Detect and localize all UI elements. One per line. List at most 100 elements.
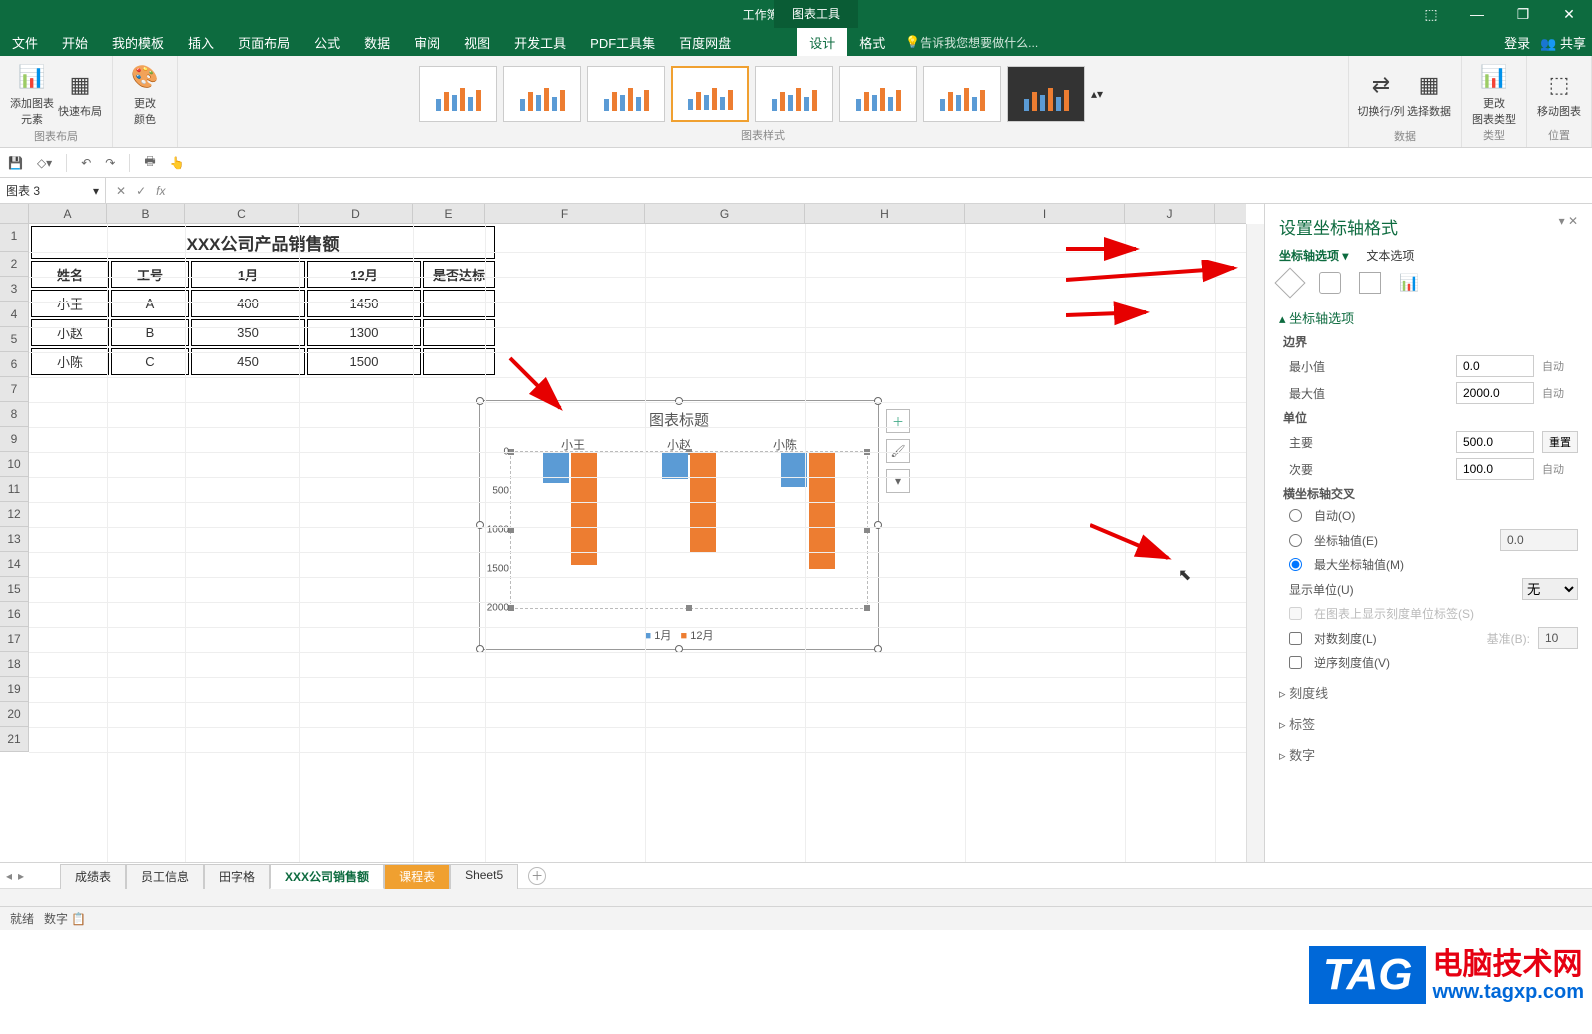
tell-me-box[interactable]: 💡 告诉我您想要做什么... [905, 28, 1038, 56]
tab-review[interactable]: 审阅 [402, 28, 452, 56]
name-box-dropdown-icon[interactable]: ▾ [93, 184, 99, 198]
status-bar: 就绪 数字 📋 [0, 906, 1592, 930]
sheet-tab[interactable]: Sheet5 [450, 864, 518, 889]
share-button[interactable]: 👥 共享 [1540, 33, 1586, 52]
chart-style-5[interactable] [755, 66, 833, 122]
switch-row-column-button[interactable]: ⇄切换行/列 [1357, 60, 1405, 128]
sheet-tab[interactable]: 员工信息 [126, 864, 204, 889]
sheet-nav-prev[interactable]: ◂ [6, 869, 12, 883]
close-button[interactable]: ✕ [1546, 0, 1592, 28]
sign-in-link[interactable]: 登录 [1504, 33, 1530, 52]
axis-major-input[interactable] [1456, 431, 1534, 453]
chart-filters-button[interactable]: ▾ [886, 469, 910, 493]
section-axis-options[interactable]: ▴ 坐标轴选项 [1279, 308, 1578, 327]
column-headers[interactable]: ABCDEFGHIJ [29, 204, 1246, 224]
pane-icon-size[interactable] [1359, 272, 1381, 294]
minimize-button[interactable]: — [1454, 0, 1500, 28]
cross-auto-radio[interactable] [1289, 509, 1302, 522]
axis-min-input[interactable] [1456, 355, 1534, 377]
chart-bars[interactable] [511, 452, 867, 608]
sheet-tab[interactable]: XXX公司销售额 [270, 864, 384, 889]
chart-style-1[interactable] [419, 66, 497, 122]
worksheet-area[interactable]: ABCDEFGHIJ 12345678910111213141516171819… [0, 204, 1264, 862]
chart-elements-button[interactable]: ＋ [886, 409, 910, 433]
tab-data[interactable]: 数据 [352, 28, 402, 56]
chart-style-4[interactable] [671, 66, 749, 122]
section-tick-marks[interactable]: ▹ 刻度线 [1279, 683, 1578, 702]
confirm-formula-icon[interactable]: ✓ [136, 184, 146, 198]
maximize-button[interactable]: ❐ [1500, 0, 1546, 28]
axis-major-reset[interactable]: 重置 [1542, 431, 1578, 453]
tab-developer[interactable]: 开发工具 [502, 28, 578, 56]
cross-value-radio[interactable] [1289, 534, 1302, 547]
sheet-nav-next[interactable]: ▸ [18, 869, 24, 883]
fx-icon[interactable]: fx [156, 184, 165, 198]
styles-gallery-more[interactable]: ▴▾ [1091, 87, 1107, 101]
horizontal-scrollbar[interactable] [0, 888, 1592, 906]
pane-icon-axis-options[interactable]: 📊 [1399, 272, 1421, 294]
pane-tab-axis-options[interactable]: 坐标轴选项 ▾ [1279, 247, 1348, 264]
print-icon[interactable]: 🖶 [144, 152, 155, 173]
tab-view[interactable]: 视图 [452, 28, 502, 56]
ribbon-display-options[interactable]: ⬚ [1408, 0, 1454, 28]
tab-pdf-tools[interactable]: PDF工具集 [578, 28, 667, 56]
pane-title: 设置坐标轴格式 [1279, 214, 1398, 239]
chart-y-axis[interactable]: 0500100015002000 [483, 452, 511, 608]
pane-tab-text-options[interactable]: 文本选项 [1366, 247, 1414, 264]
chart-style-3[interactable] [587, 66, 665, 122]
move-chart-button[interactable]: ⬚移动图表 [1535, 60, 1583, 127]
sheet-tab[interactable]: 成绩表 [60, 864, 126, 889]
save-icon[interactable]: 💾 [8, 156, 23, 170]
format-axis-pane: 设置坐标轴格式 ▾ ✕ 坐标轴选项 ▾ 文本选项 📊 ▴ 坐标轴选项 边界 最小… [1264, 204, 1592, 862]
cancel-formula-icon[interactable]: ✕ [116, 184, 126, 198]
chart-plot-area[interactable]: 0500100015002000 [510, 451, 868, 609]
qat-more-icon[interactable]: ◇▾ [37, 156, 52, 170]
chart-style-7[interactable] [923, 66, 1001, 122]
chart-style-2[interactable] [503, 66, 581, 122]
cross-max-radio[interactable] [1289, 558, 1302, 571]
tab-my-templates[interactable]: 我的模板 [100, 28, 176, 56]
touch-mode-icon[interactable]: 👆 [170, 156, 185, 170]
tab-insert[interactable]: 插入 [176, 28, 226, 56]
change-chart-type-button[interactable]: 📊更改 图表类型 [1470, 60, 1518, 127]
chart-style-8[interactable] [1007, 66, 1085, 122]
tab-chart-format[interactable]: 格式 [847, 28, 897, 56]
tab-home[interactable]: 开始 [50, 28, 100, 56]
log-scale-checkbox[interactable] [1289, 632, 1302, 645]
tab-file[interactable]: 文件 [0, 28, 50, 56]
tab-baidu-netdisk[interactable]: 百度网盘 [667, 28, 743, 56]
select-data-button[interactable]: ▦选择数据 [1405, 60, 1453, 128]
new-sheet-button[interactable]: ＋ [528, 867, 546, 885]
axis-minor-input[interactable] [1456, 458, 1534, 480]
tab-page-layout[interactable]: 页面布局 [226, 28, 302, 56]
chart-styles-gallery[interactable]: ▴▾ [419, 60, 1107, 127]
reverse-values-checkbox[interactable] [1289, 656, 1302, 669]
pane-close-button[interactable]: ✕ [1568, 214, 1578, 228]
section-number[interactable]: ▹ 数字 [1279, 745, 1578, 764]
vertical-scrollbar[interactable] [1246, 224, 1264, 862]
row-headers[interactable]: 123456789101112131415161718192021 [0, 224, 29, 752]
quick-layout-button[interactable]: ▦快速布局 [56, 60, 104, 128]
chart-legend[interactable]: 1月 12月 [480, 627, 878, 643]
display-units-select[interactable]: 无 [1522, 578, 1578, 600]
chart-styles-button[interactable]: 🖌 [886, 439, 910, 463]
quick-layout-icon: ▦ [64, 69, 96, 101]
section-labels[interactable]: ▹ 标签 [1279, 714, 1578, 733]
tab-formulas[interactable]: 公式 [302, 28, 352, 56]
cell-grid[interactable]: XXX公司产品销售额 姓名工号1月12月是否达标 小王A4001450小赵B35… [29, 224, 1246, 862]
axis-max-input[interactable] [1456, 382, 1534, 404]
sheet-tab[interactable]: 田字格 [204, 864, 270, 889]
pane-icon-fill[interactable] [1274, 267, 1305, 298]
tab-chart-design[interactable]: 设计 [797, 28, 847, 56]
chart-style-6[interactable] [839, 66, 917, 122]
name-box[interactable]: 图表 3▾ [0, 178, 106, 203]
select-all-cell[interactable] [0, 204, 29, 224]
sheet-tab[interactable]: 课程表 [384, 864, 450, 889]
undo-icon[interactable]: ↶ [81, 156, 91, 170]
add-chart-element-button[interactable]: 📊添加图表 元素 [8, 60, 56, 128]
pane-icon-effects[interactable] [1319, 272, 1341, 294]
chart-object[interactable]: 图表标题 小王小赵小陈 0500100015002000 1月 12月 ＋ 🖌 [479, 400, 879, 650]
change-colors-button[interactable]: 🎨更改 颜色 [121, 60, 169, 128]
data-table: XXX公司产品销售额 姓名工号1月12月是否达标 小王A4001450小赵B35… [29, 224, 497, 377]
redo-icon[interactable]: ↷ [105, 156, 115, 170]
